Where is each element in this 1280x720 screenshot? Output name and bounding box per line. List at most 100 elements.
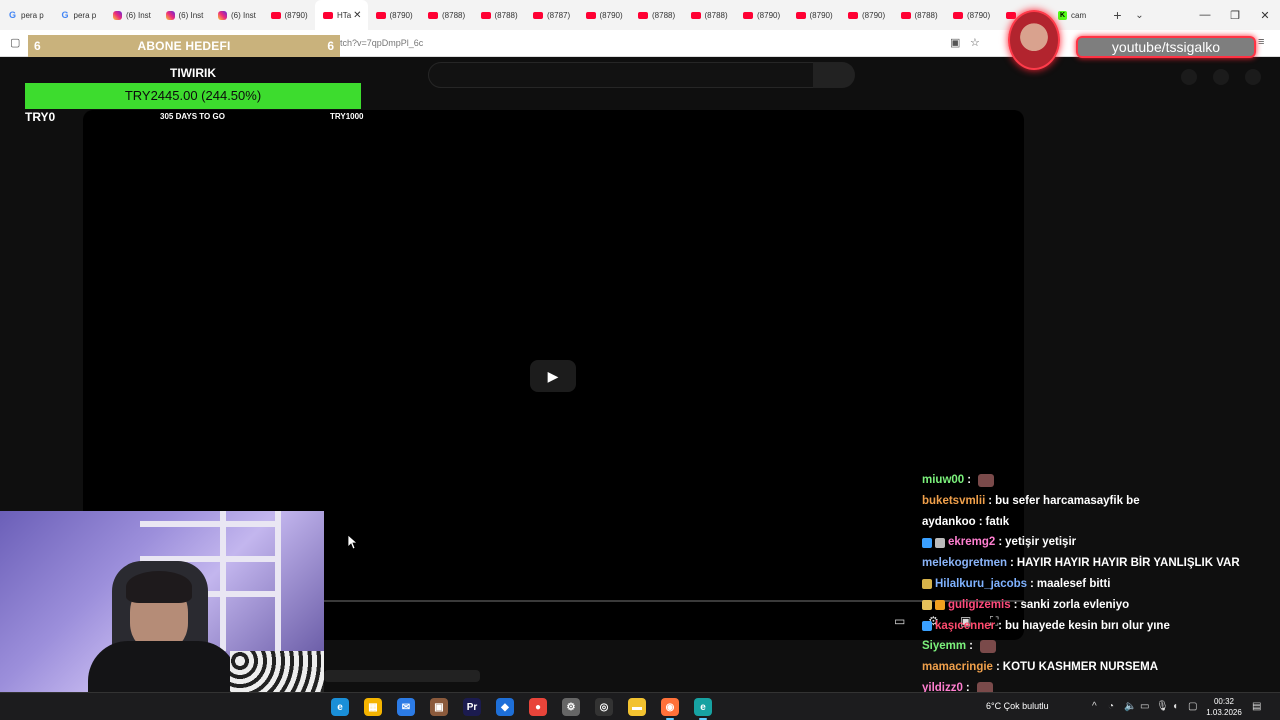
app-blue-icon[interactable]: ◆: [496, 698, 514, 716]
mail-icon[interactable]: ✉: [397, 698, 415, 716]
chat-message: melekogretmen: HAYIR HAYIR HAYIR BİR YANL…: [922, 553, 1262, 574]
microphone-icon[interactable]: 🎙: [1156, 701, 1169, 712]
browser-tab[interactable]: (8790): [788, 0, 841, 30]
tab-label: (8790): [389, 10, 413, 20]
instagram-icon: [218, 10, 227, 20]
store-icon[interactable]: ▦: [364, 698, 382, 716]
minecraft-icon[interactable]: ▣: [430, 698, 448, 716]
youtube-search-input[interactable]: [428, 62, 814, 88]
donation-goal-days: 305 DAYS TO GO: [160, 112, 225, 121]
chat-separator: :: [1030, 577, 1034, 590]
chat-message: ekremg2: yetişir yetişir: [922, 532, 1262, 553]
browser-tab[interactable]: Gpera p: [0, 0, 53, 30]
close-tab-icon[interactable]: ✕: [353, 10, 361, 21]
firefox-icon[interactable]: ◉: [661, 698, 679, 720]
notifications-icon[interactable]: [1213, 69, 1229, 85]
browser-tab[interactable]: (8788): [893, 0, 946, 30]
settings-icon[interactable]: ⚙: [562, 698, 580, 716]
app-teal-icon[interactable]: e: [694, 698, 712, 720]
video-progress-bar[interactable]: [324, 600, 1024, 602]
play-icon: ▶: [547, 367, 559, 384]
instagram-icon: [113, 10, 122, 20]
browser-tab[interactable]: (8790): [263, 0, 316, 30]
youtube-icon: [533, 11, 543, 19]
youtube-icon: [375, 11, 386, 19]
browser-tab[interactable]: (8788): [420, 0, 473, 30]
browser-tab[interactable]: (8790): [840, 0, 893, 30]
close-window-icon[interactable]: ✕: [1250, 0, 1280, 30]
browser-tab[interactable]: (8788): [630, 0, 683, 30]
chat-text: yetişir yetişir: [1005, 536, 1077, 549]
battery-icon[interactable]: ▭: [1140, 701, 1149, 712]
youtube-icon: [795, 11, 806, 19]
chat-message: Hilalkuru_jacobs: maalesef bitti: [922, 574, 1262, 595]
address-bar[interactable]: tch?v=7qpDmpPl_6c: [340, 38, 423, 48]
minimize-icon[interactable]: —: [1190, 0, 1220, 30]
obs-icon[interactable]: ◎: [595, 698, 613, 716]
subscriber-goal-title: ABONE HEDEFI: [137, 39, 231, 53]
chat-separator: :: [988, 494, 993, 507]
tab-label: (8790): [757, 10, 781, 20]
browser-tab[interactable]: (8788): [683, 0, 736, 30]
tab-search-button[interactable]: ⌄: [1129, 10, 1151, 21]
youtube-icon: [1005, 11, 1016, 19]
youtube-icon: [743, 11, 753, 19]
volume-icon[interactable]: 🔈: [1124, 701, 1136, 712]
tray-chevron-icon[interactable]: ^: [1092, 701, 1097, 712]
youtube-icon: [848, 11, 858, 19]
browser-tab[interactable]: Kcam: [1050, 0, 1103, 30]
notification-center-icon[interactable]: ▤: [1252, 701, 1261, 712]
browser-tab[interactable]: HTa ✕: [315, 0, 368, 30]
tab-label: (8790): [599, 10, 623, 20]
browser-tab[interactable]: (6) Inst: [210, 0, 263, 30]
speaker-icon[interactable]: ◖: [1172, 701, 1178, 712]
browser-tab[interactable]: (8790): [578, 0, 631, 30]
subscriber-goal-current: 6: [34, 39, 41, 53]
browser-tab[interactable]: (6) Inst: [105, 0, 158, 30]
sidebar-icon[interactable]: ▢: [10, 36, 20, 49]
maximize-icon[interactable]: ❐: [1220, 0, 1250, 30]
chrome-icon[interactable]: ●: [529, 698, 547, 716]
browser-tab[interactable]: Gpera p: [53, 0, 106, 30]
chat-badge-icon: [922, 600, 932, 611]
subscriber-goal-bar: ABONE HEDEFI 6 6: [28, 35, 340, 57]
chat-badge-icon: [922, 620, 932, 631]
account-avatar[interactable]: [1245, 69, 1261, 85]
browser-tab[interactable]: (8788): [473, 0, 526, 30]
bookmark-star-icon[interactable]: ☆: [970, 36, 980, 49]
browser-tab[interactable]: (6) Inst: [158, 0, 211, 30]
tab-label: (8788): [914, 10, 938, 20]
display-icon[interactable]: ▢: [1188, 701, 1197, 712]
youtube-icon: [953, 11, 963, 19]
browser-tab[interactable]: (8787): [525, 0, 578, 30]
new-tab-button[interactable]: +: [1107, 7, 1129, 23]
edge-icon[interactable]: e: [331, 698, 349, 716]
chat-badge-icon: [922, 537, 932, 548]
tab-label: (8790): [862, 10, 886, 20]
youtube-icon: [585, 11, 596, 19]
chat-username: guligizemis: [948, 598, 1011, 611]
browser-tab-strip: Gpera p Gpera p (6) Inst (6) Inst (6) Inst (8…: [0, 0, 1280, 30]
menu-icon[interactable]: ≡: [1258, 36, 1264, 48]
browser-tab[interactable]: (8790): [368, 0, 421, 30]
chat-message: buketsvmlii: bu sefer harcamasayfik be: [922, 491, 1262, 512]
browser-tab[interactable]: (8790): [735, 0, 788, 30]
create-icon[interactable]: [1181, 69, 1197, 85]
kick-icon: K: [1058, 10, 1067, 20]
chat-message: kaşıcenner: bu hıayede kesin bırı olur yı…: [922, 616, 1262, 637]
system-clock[interactable]: 00:32 1.03.2026: [1206, 696, 1242, 718]
explorer-icon[interactable]: ▬: [628, 698, 646, 716]
weather-widget[interactable]: 6°C Çok bulutlu: [986, 701, 1049, 711]
network-icon[interactable]: ◔: [1108, 701, 1114, 712]
clock-date: 1.03.2026: [1206, 708, 1242, 717]
picture-in-picture-icon[interactable]: ▣: [950, 36, 960, 49]
youtube-icon: [638, 11, 648, 19]
premiere-icon[interactable]: Pr: [463, 698, 481, 716]
donation-goal-value: TRY2445.00 (244.50%): [124, 88, 262, 103]
play-button[interactable]: ▶: [530, 360, 576, 392]
chat-text: fatık: [985, 515, 1010, 528]
chat-username: miuw00: [922, 474, 965, 486]
browser-tab[interactable]: (8790): [945, 0, 998, 30]
youtube-search-button[interactable]: [813, 62, 855, 88]
subtitles-icon[interactable]: ▭: [894, 614, 905, 628]
